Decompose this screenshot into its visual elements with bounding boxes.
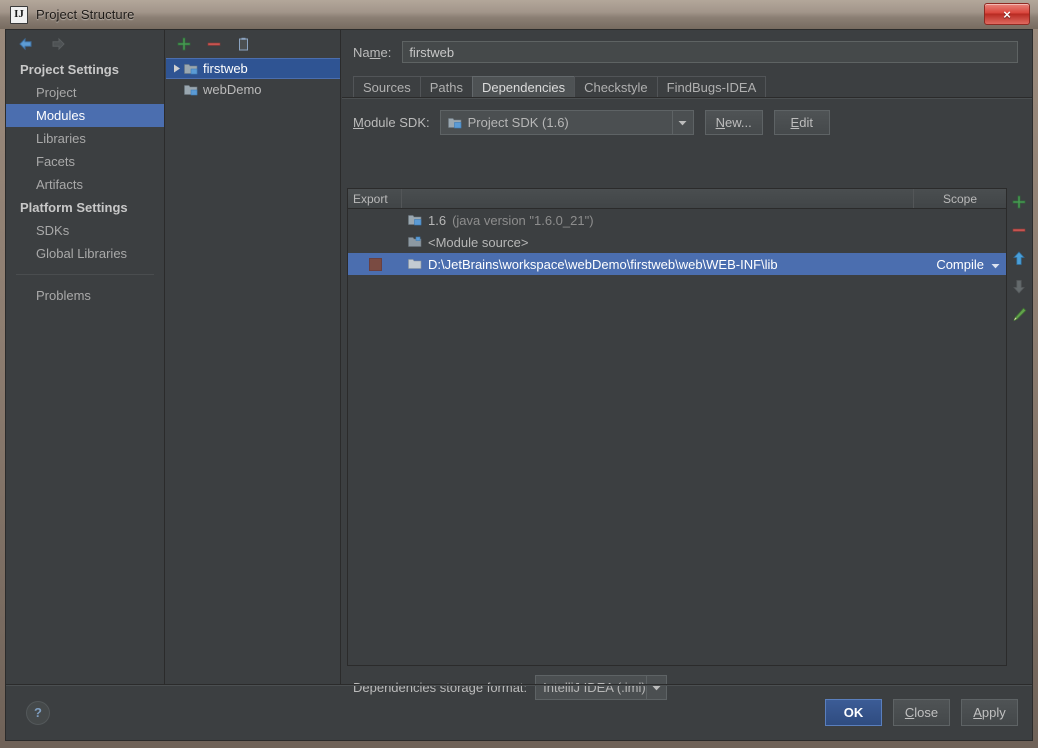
tab-checkstyle[interactable]: Checkstyle [574,76,658,97]
scope-value: Compile [936,256,984,272]
minus-icon [207,42,221,46]
dependency-name-cell: 1.6 (java version "1.6.0_21") [402,213,914,228]
settings-sidebar: Project Settings Project Modules Librari… [6,30,165,684]
module-tree-toolbar [166,30,340,58]
navigation-arrows [6,30,164,58]
copy-module-button[interactable] [235,35,253,53]
column-header-name [402,189,914,208]
chevron-down-icon[interactable] [991,257,1000,272]
scope-cell[interactable]: Compile [914,257,1006,272]
module-name-row: Name: [342,30,1032,63]
arrow-right-icon [52,37,65,51]
table-row[interactable]: 1.6 (java version "1.6.0_21") [348,209,1006,231]
pencil-icon [1012,307,1026,321]
table-header-row: Export Scope [348,189,1006,209]
tree-node-webdemo[interactable]: webDemo [166,79,340,100]
dependency-name-cell: D:\JetBrains\workspace\webDemo\firstweb\… [402,257,914,272]
intellij-idea-icon: IJ [10,5,28,24]
chevron-down-icon[interactable] [671,111,693,134]
edit-sdk-button[interactable]: Edit [773,110,830,135]
module-tab-bar: Sources Paths Dependencies Checkstyle Fi… [353,75,1032,97]
jdk-icon [408,214,422,226]
table-row[interactable]: <Module source> [348,231,1006,253]
dependencies-table: Export Scope 1.6 (java version "1.6.0_21… [347,188,1007,666]
sidebar-item-modules[interactable]: Modules [6,104,164,127]
module-sdk-value: Project SDK (1.6) [467,115,569,130]
project-structure-dialog: IJ Project Structure × Project Settings … [0,0,1038,748]
arrow-up-icon [1013,250,1025,265]
tab-findbugs-idea[interactable]: FindBugs-IDEA [656,76,767,97]
move-down-button[interactable] [1010,277,1028,295]
dependency-name: D:\JetBrains\workspace\webDemo\firstweb\… [428,256,778,272]
arrow-left-icon [19,37,32,51]
dialog-body: Project Settings Project Modules Librari… [5,29,1033,741]
dependency-name: 1.6 [428,212,447,228]
module-source-icon [408,236,422,248]
arrow-down-icon [1013,279,1025,294]
sidebar-group-project-settings: Project Settings [20,62,119,77]
dependency-name-cell: <Module source> [402,235,914,250]
ok-button[interactable]: OK [825,699,882,726]
dependency-name-suffix: (java version "1.6.0_21") [452,212,594,228]
tab-paths[interactable]: Paths [419,76,473,97]
dependencies-side-toolbar [1008,188,1030,671]
add-dependency-button[interactable] [1010,193,1028,211]
close-icon: × [1003,6,1011,22]
sidebar-item-facets[interactable]: Facets [6,150,164,173]
minus-icon [1012,228,1026,232]
folder-icon [408,258,422,270]
module-name-label: Name: [353,44,392,60]
module-name-input[interactable] [402,41,1018,63]
tree-node-firstweb[interactable]: firstweb [166,58,340,79]
module-tree-panel: firstweb webDemo [166,30,341,684]
tab-dependencies[interactable]: Dependencies [471,76,576,97]
copy-icon [239,37,248,50]
sidebar-item-problems[interactable]: Problems [6,284,164,307]
sidebar-item-libraries[interactable]: Libraries [6,127,164,150]
tree-node-label: firstweb [203,61,248,76]
sidebar-item-global-libraries[interactable]: Global Libraries [6,242,164,265]
plus-icon [1012,195,1026,209]
export-checkbox[interactable] [368,257,382,271]
sdk-icon [447,117,462,129]
tree-node-label: webDemo [203,82,262,97]
column-header-export[interactable]: Export [348,189,402,208]
edit-dependency-button[interactable] [1010,305,1028,323]
window-title: Project Structure [36,7,135,22]
question-mark-icon: ? [34,705,42,720]
move-up-button[interactable] [1010,249,1028,267]
footer-actions: OK Close Apply [825,699,1018,726]
remove-dependency-button[interactable] [1010,221,1028,239]
dependency-name: <Module source> [428,234,529,250]
add-module-button[interactable] [175,35,193,53]
plus-icon [177,37,191,51]
module-folder-icon [184,84,198,96]
sidebar-group-platform-settings: Platform Settings [20,200,128,215]
expand-triangle-icon[interactable] [170,64,184,73]
new-sdk-button[interactable]: New... [704,110,763,135]
module-sdk-label: Module SDK: [353,115,430,130]
sidebar-item-sdks[interactable]: SDKs [6,219,164,242]
remove-module-button[interactable] [205,35,223,53]
tab-sources[interactable]: Sources [353,76,421,97]
module-sdk-row: Module SDK: Project SDK (1.6) New... Edi… [342,98,1032,135]
help-button[interactable]: ? [26,700,50,725]
close-button[interactable]: Close [893,699,950,726]
column-header-scope[interactable]: Scope [914,189,1006,208]
table-row[interactable]: D:\JetBrains\workspace\webDemo\firstweb\… [348,253,1006,275]
apply-button[interactable]: Apply [961,699,1018,726]
module-folder-icon [184,63,198,75]
sidebar-divider [16,274,154,275]
export-cell[interactable] [348,257,402,271]
window-close-button[interactable]: × [984,3,1030,25]
window-titlebar: IJ Project Structure × [0,0,1038,29]
module-sdk-combo[interactable]: Project SDK (1.6) [439,110,694,135]
sidebar-item-project[interactable]: Project [6,81,164,104]
back-button[interactable] [16,35,36,53]
dialog-footer: ? OK Close Apply [6,684,1032,740]
sidebar-item-artifacts[interactable]: Artifacts [6,173,164,196]
forward-button[interactable] [48,35,68,53]
